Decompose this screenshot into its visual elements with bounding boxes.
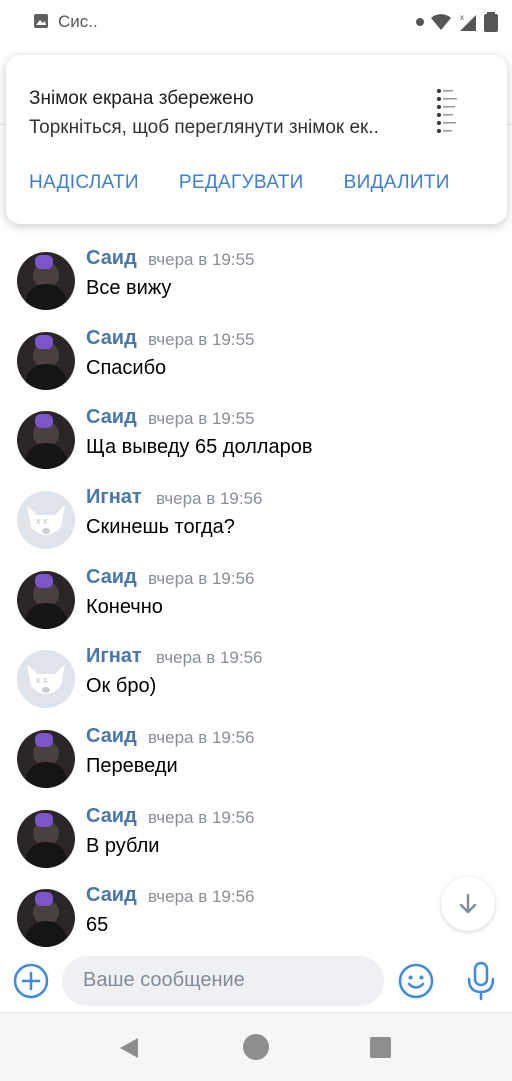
message-text: 65 [86,914,109,936]
message-input[interactable]: Ваше сообщение [62,956,384,1006]
battery-icon [484,12,498,32]
message-time: вчера в 19:56 [148,569,255,588]
avatar[interactable] [17,332,75,390]
message-time: вчера в 19:56 [148,808,255,827]
message-item[interactable]: Саид вчера в 19:56 В рубли [0,805,512,890]
screenshot-thumbnail[interactable] [435,83,463,135]
avatar[interactable] [17,730,75,788]
emoji-button[interactable] [397,962,435,1000]
message-item[interactable]: Саид вчера в 19:56 Переведи [0,725,512,810]
status-bar: Сис.. x [0,0,512,44]
message-author[interactable]: Игнат [86,486,142,509]
message-text: В рубли [86,835,160,857]
dog-avatar-icon: x x [27,505,65,535]
message-item[interactable]: Саид вчера в 19:55 Все вижу [0,247,512,332]
message-time: вчера в 19:55 [148,409,255,428]
message-text: Переведи [86,755,178,777]
message-time: вчера в 19:56 [156,648,263,667]
message-text: Ок бро) [86,675,157,697]
svg-text:x x: x x [36,675,48,685]
message-list[interactable]: Саид вчера в 19:55 Все вижу Саид вчера в… [0,160,512,950]
notification-body: Торкніться, щоб переглянути знімок ек.. [29,117,379,138]
share-button[interactable]: НАДІСЛАТИ [29,172,139,194]
arrow-down-icon [459,893,477,914]
avatar[interactable] [17,889,75,947]
system-navigation-bar [0,1012,512,1081]
svg-text:x x: x x [36,516,48,526]
dog-avatar-icon: x x [27,664,65,694]
gallery-icon [34,14,48,28]
message-time: вчера в 19:56 [148,887,255,906]
message-time: вчера в 19:55 [148,330,255,349]
message-item[interactable]: Саид вчера в 19:56 Конечно [0,566,512,651]
message-text: Спасибо [86,357,167,379]
message-time: вчера в 19:56 [156,489,263,508]
avatar[interactable] [17,252,75,310]
microphone-button[interactable] [463,960,499,1002]
svg-text:x: x [460,13,464,22]
message-item[interactable]: Саид вчера в 19:55 Спасибо [0,327,512,412]
message-author[interactable]: Саид [86,884,137,907]
message-author[interactable]: Игнат [86,645,142,668]
message-item[interactable]: x x Игнат вчера в 19:56 Скинешь тогда? [0,486,512,571]
recent-apps-icon[interactable] [370,1037,391,1058]
avatar[interactable]: x x [17,650,75,708]
screenshot-notification[interactable]: Знімок екрана збережено Торкніться, щоб … [6,55,507,224]
edit-button[interactable]: РЕДАГУВАТИ [179,172,304,194]
avatar[interactable] [17,571,75,629]
message-text: Скинешь тогда? [86,516,235,538]
message-author[interactable]: Саид [86,725,137,748]
message-item[interactable]: x x Игнат вчера в 19:56 Ок бро) [0,645,512,730]
scroll-down-button[interactable] [441,877,495,931]
wifi-icon [431,14,451,30]
add-attachment-button[interactable] [12,962,50,1000]
avatar[interactable] [17,411,75,469]
notification-dot-icon [416,18,424,26]
home-icon[interactable] [243,1034,269,1060]
message-text: Конечно [86,596,163,618]
message-composer: Ваше сообщение [0,950,512,1012]
avatar[interactable]: x x [17,491,75,549]
message-text: Все вижу [86,277,172,299]
avatar[interactable] [17,810,75,868]
message-author[interactable]: Саид [86,566,137,589]
notification-title: Знімок екрана збережено [29,88,254,109]
signal-icon: x [460,13,476,31]
message-item[interactable]: Саид вчера в 19:55 Ща выведу 65 долларов [0,406,512,491]
message-author[interactable]: Саид [86,327,137,350]
message-author[interactable]: Саид [86,406,137,429]
message-time: вчера в 19:56 [148,728,255,747]
message-author[interactable]: Саид [86,247,137,270]
back-icon[interactable] [118,1037,140,1059]
message-item[interactable]: Саид вчера в 19:56 65 [0,884,512,950]
message-text: Ща выведу 65 долларов [86,436,313,458]
status-app-name: Сис.. [58,12,98,31]
message-input-placeholder: Ваше сообщение [83,969,245,991]
delete-button[interactable]: ВИДАЛИТИ [344,172,450,194]
message-time: вчера в 19:55 [148,250,255,269]
message-author[interactable]: Саид [86,805,137,828]
